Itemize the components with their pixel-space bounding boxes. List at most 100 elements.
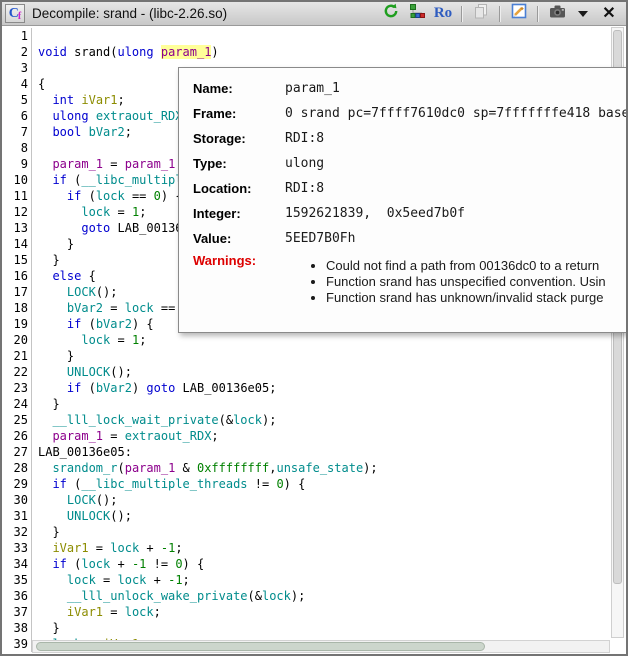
code-token[interactable]: + [110, 557, 132, 571]
code-token[interactable]: lock [125, 605, 154, 619]
code-token[interactable]: } [38, 525, 60, 539]
code-token[interactable]: = [103, 157, 125, 171]
code-token[interactable]: ; [183, 573, 190, 587]
code-token[interactable]: != [248, 477, 277, 491]
code-token[interactable]: if [52, 173, 66, 187]
code-token[interactable]: LOCK [67, 493, 96, 507]
code-line[interactable]: 24 } [2, 396, 626, 412]
horizontal-scrollbar-thumb[interactable] [36, 642, 485, 651]
code-token[interactable]: goto [146, 381, 175, 395]
code-token[interactable]: if [52, 557, 66, 571]
code-token[interactable]: 0xffffffff [197, 461, 269, 475]
code-token[interactable] [38, 221, 81, 235]
code-token[interactable]: extraout_RDX [96, 109, 183, 123]
code-token[interactable] [38, 285, 67, 299]
code-token[interactable]: (); [96, 493, 118, 507]
snapshot-button[interactable] [546, 4, 568, 24]
code-token[interactable]: ) { [183, 557, 205, 571]
code-token[interactable] [38, 333, 81, 347]
code-token[interactable] [38, 317, 67, 331]
code-token[interactable]: ) { [284, 477, 306, 491]
code-token[interactable]: ) [211, 45, 218, 59]
code-token[interactable]: = [103, 301, 125, 315]
code-token[interactable]: 0 [276, 477, 283, 491]
code-token[interactable]: if [52, 477, 66, 491]
code-token[interactable]: __libc_multiple_threads [81, 477, 247, 491]
code-token[interactable]: __libc_multiple [81, 173, 189, 187]
code-token[interactable]: ( [81, 317, 95, 331]
code-token[interactable]: = [96, 573, 118, 587]
code-token[interactable]: } [38, 349, 74, 363]
code-token[interactable]: iVar1 [52, 541, 88, 555]
code-token[interactable]: -1 [168, 573, 182, 587]
refresh-button[interactable] [380, 4, 402, 24]
code-token[interactable] [38, 573, 67, 587]
code-token[interactable]: & [175, 461, 197, 475]
code-token[interactable] [38, 477, 52, 491]
code-token[interactable]: == [125, 189, 154, 203]
edit-button[interactable] [508, 4, 530, 24]
code-token[interactable]: = [110, 333, 132, 347]
code-token[interactable]: = [103, 429, 125, 443]
code-token[interactable] [38, 269, 52, 283]
code-token[interactable] [81, 125, 88, 139]
code-token[interactable] [38, 205, 81, 219]
code-line[interactable]: 32 } [2, 524, 626, 540]
code-token[interactable]: __lll_unlock_wake_private [67, 589, 248, 603]
code-token[interactable]: param_1 [125, 157, 176, 171]
code-token[interactable]: ) [132, 381, 146, 395]
code-token[interactable]: ulong [52, 109, 88, 123]
code-line[interactable]: 23 if (bVar2) goto LAB_00136e05; [2, 380, 626, 396]
code-token[interactable] [38, 365, 67, 379]
code-token[interactable] [38, 557, 52, 571]
code-line[interactable]: 35 lock = lock + -1; [2, 572, 626, 588]
code-token[interactable] [38, 381, 67, 395]
code-token[interactable]: } [38, 237, 74, 251]
code-token[interactable]: iVar1 [67, 605, 103, 619]
code-token[interactable] [38, 125, 52, 139]
horizontal-scrollbar[interactable] [32, 640, 610, 653]
code-token[interactable] [38, 605, 67, 619]
code-token[interactable]: ; [125, 125, 132, 139]
code-token[interactable]: ( [81, 381, 95, 395]
code-token[interactable]: lock [125, 301, 154, 315]
copy-button[interactable] [470, 4, 492, 24]
code-line[interactable]: 36 __lll_unlock_wake_private(&lock); [2, 588, 626, 604]
code-token[interactable]: ; [154, 605, 161, 619]
code-token[interactable]: + [146, 573, 168, 587]
code-token[interactable] [38, 301, 67, 315]
code-token[interactable]: bVar2 [67, 301, 103, 315]
code-token[interactable]: ( [81, 189, 95, 203]
code-token[interactable]: ; [175, 541, 182, 555]
code-token[interactable]: bVar2 [96, 317, 132, 331]
code-token[interactable]: = [110, 205, 132, 219]
code-token[interactable]: srandom_r [52, 461, 117, 475]
code-token[interactable]: ulong [117, 45, 153, 59]
code-token[interactable] [154, 45, 161, 59]
code-token[interactable]: } [38, 621, 60, 635]
code-line[interactable]: 38 } [2, 620, 626, 636]
code-token[interactable]: + [139, 541, 161, 555]
code-token[interactable] [38, 173, 52, 187]
code-token[interactable]: LOCK [67, 285, 96, 299]
code-token[interactable] [38, 157, 52, 171]
code-token[interactable]: (& [248, 589, 262, 603]
code-token[interactable]: lock [81, 205, 110, 219]
code-line[interactable]: 28 srandom_r(param_1 & 0xffffffff,unsafe… [2, 460, 626, 476]
code-token[interactable]: goto [81, 221, 110, 235]
code-token[interactable]: (); [96, 285, 118, 299]
code-token[interactable]: param_1 [125, 461, 176, 475]
code-token[interactable]: ; [211, 429, 218, 443]
code-token[interactable] [38, 493, 67, 507]
code-token[interactable]: (); [110, 365, 132, 379]
code-token[interactable]: = [103, 605, 125, 619]
code-token[interactable] [38, 93, 52, 107]
code-line[interactable]: 29 if (__libc_multiple_threads != 0) { [2, 476, 626, 492]
code-token[interactable]: = [89, 541, 111, 555]
code-token[interactable]: ( [67, 173, 81, 187]
code-line[interactable]: 20 lock = 1; [2, 332, 626, 348]
code-token[interactable]: != [146, 557, 175, 571]
code-token[interactable]: srand( [67, 45, 118, 59]
code-token[interactable] [38, 109, 52, 123]
code-token[interactable]: } [38, 397, 60, 411]
